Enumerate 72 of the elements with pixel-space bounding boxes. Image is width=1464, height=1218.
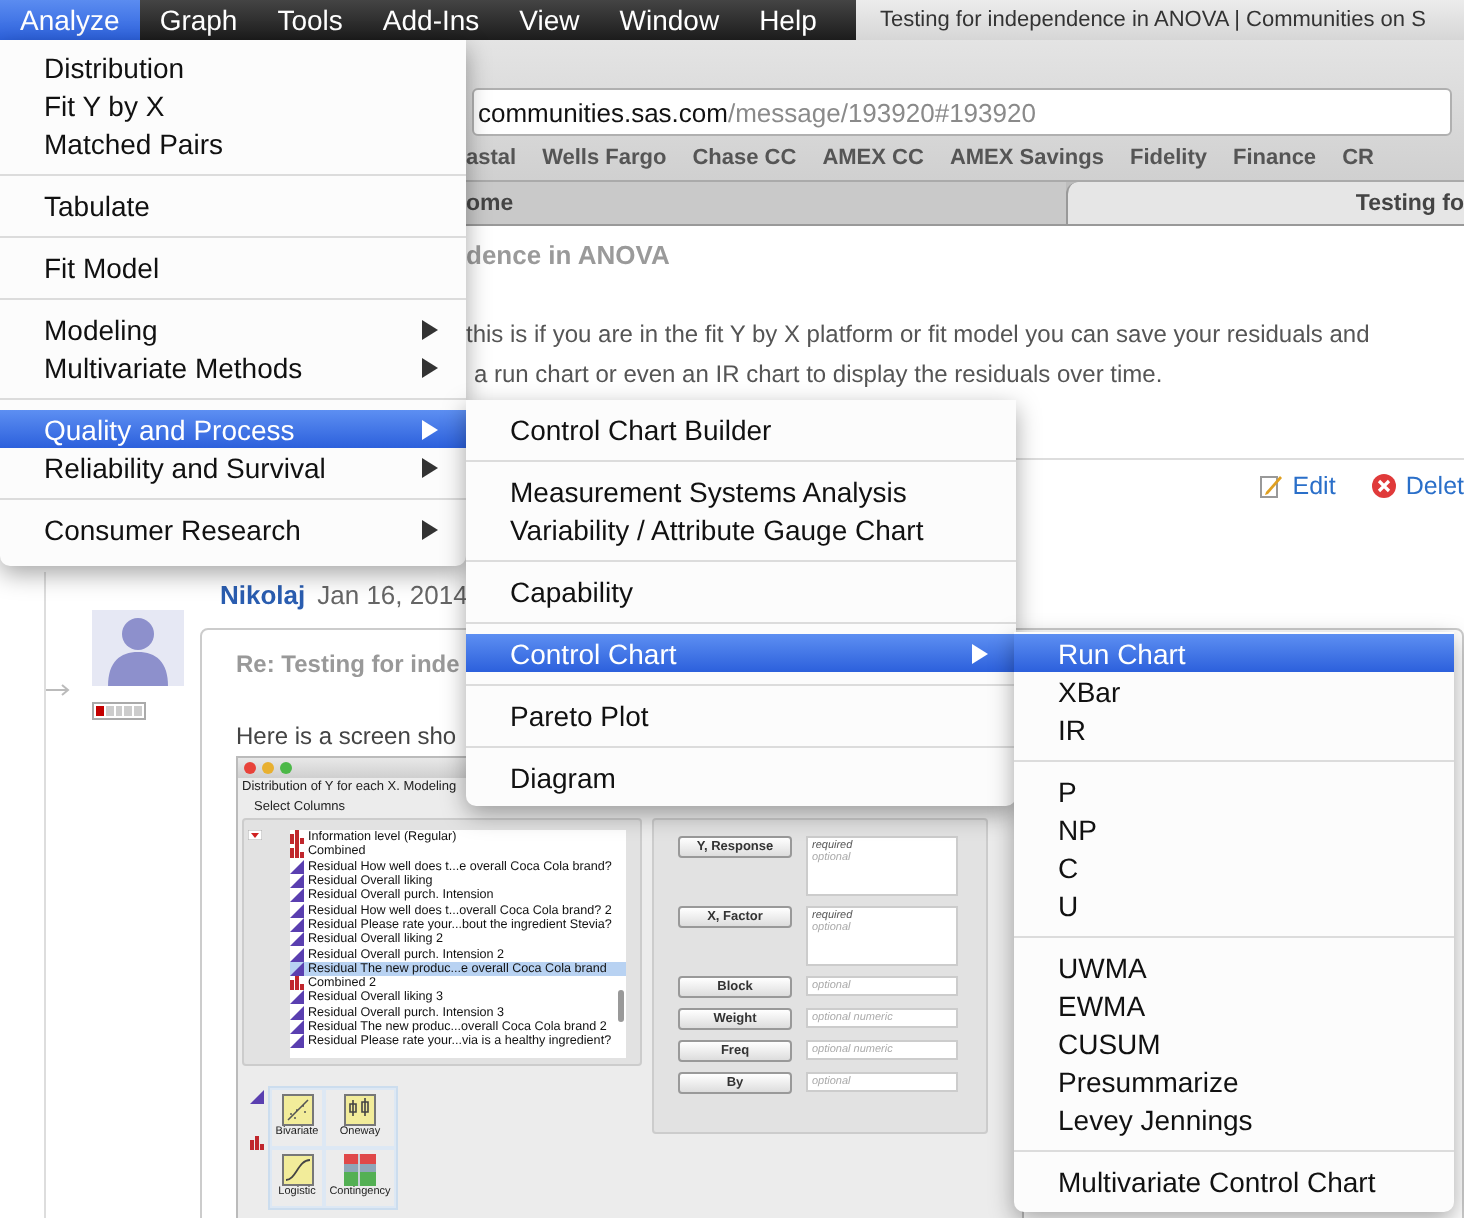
menu-item[interactable]: Control Chart bbox=[466, 634, 1016, 672]
bookmark-link[interactable]: AMEX CC bbox=[822, 146, 924, 170]
menu-bar-item[interactable]: View bbox=[505, 0, 594, 40]
bookmark-link[interactable]: Finance bbox=[1232, 146, 1317, 170]
address-field[interactable]: communities.sas.com/message/193920#193920 bbox=[472, 88, 1452, 136]
edit-link[interactable]: Edit bbox=[1260, 472, 1336, 500]
thread-arrow-icon bbox=[46, 684, 70, 696]
nominal-type-icon bbox=[250, 1136, 264, 1150]
bookmark-link[interactable]: Fidelity bbox=[1129, 146, 1207, 170]
s-curve-icon bbox=[281, 1154, 313, 1186]
pencil-icon bbox=[1260, 474, 1283, 498]
menu-item[interactable]: Variability / Attribute Gauge Chart bbox=[466, 510, 1016, 548]
bookmark-link[interactable]: AMEX Savings bbox=[949, 146, 1104, 170]
menu-item[interactable]: Quality and Process bbox=[0, 410, 466, 448]
box-plot-icon bbox=[344, 1094, 376, 1126]
nominal-type-icon bbox=[290, 976, 304, 991]
avatar-silhouette bbox=[92, 610, 184, 686]
menu-item[interactable]: Fit Model bbox=[0, 248, 466, 286]
menu-item[interactable]: Levey Jennings bbox=[1014, 1100, 1454, 1138]
bookmark-link[interactable]: astal bbox=[466, 146, 517, 170]
menu-item[interactable]: Control Chart Builder bbox=[466, 410, 1016, 448]
window-title: Testing for independence in ANOVA | Communities on S bbox=[880, 8, 1426, 32]
menu-item[interactable]: IR bbox=[1014, 710, 1454, 748]
menu-item[interactable]: Reliability and Survival bbox=[0, 448, 466, 486]
menu-item[interactable]: Multivariate Control Chart bbox=[1014, 1162, 1454, 1200]
bookmark-link[interactable]: CR bbox=[1342, 146, 1374, 170]
bookmark-link[interactable]: Wells Fargo bbox=[542, 146, 667, 170]
delete-link[interactable]: Delet bbox=[1371, 472, 1464, 500]
browser-tab[interactable]: ome bbox=[466, 182, 1066, 224]
continuous-type-icon bbox=[250, 1090, 264, 1104]
menu-item[interactable]: C bbox=[1014, 848, 1454, 886]
menu-item[interactable]: CUSUM bbox=[1014, 1024, 1454, 1062]
menu-item[interactable]: U bbox=[1014, 886, 1454, 924]
menu-item[interactable]: Multivariate Methods bbox=[0, 348, 466, 386]
browser-tab[interactable]: Testing fo bbox=[1066, 182, 1464, 224]
menu-item[interactable]: Tabulate bbox=[0, 186, 466, 224]
menu-item[interactable]: Pareto Plot bbox=[466, 696, 1016, 734]
scatter-plot-icon bbox=[281, 1094, 313, 1126]
mosaic-plot-icon bbox=[344, 1154, 376, 1186]
delete-icon bbox=[1371, 474, 1396, 498]
disclosure-icon[interactable] bbox=[248, 830, 262, 840]
post-title: dence in ANOVA bbox=[466, 238, 672, 272]
menu-item[interactable]: Consumer Research bbox=[0, 510, 466, 548]
menu-item[interactable]: Presummarize bbox=[1014, 1062, 1454, 1100]
post-text: a run chart or even an IR chart to display the residuals over time. bbox=[472, 358, 1165, 392]
menu-item[interactable]: EWMA bbox=[1014, 986, 1454, 1024]
menu-item[interactable]: UWMA bbox=[1014, 948, 1454, 986]
menu-item[interactable]: Fit Y by X bbox=[0, 86, 466, 124]
menu-bar-item[interactable]: Help bbox=[745, 0, 831, 40]
menu-item[interactable]: Distribution bbox=[0, 48, 466, 86]
bookmark-link[interactable]: Chase CC bbox=[692, 146, 797, 170]
author-link[interactable]: Nikolaj bbox=[220, 580, 306, 610]
post-text: this is if you are in the fit Y by X platform or fit model you can save your residuals and bbox=[466, 318, 1372, 352]
menu-item[interactable]: Modeling bbox=[0, 310, 466, 348]
menu-bar-item[interactable]: Window bbox=[605, 0, 734, 40]
menu-item[interactable]: Run Chart bbox=[1014, 634, 1454, 672]
menu-bar-item[interactable]: Analyze bbox=[0, 0, 140, 40]
menu-item[interactable]: XBar bbox=[1014, 672, 1454, 710]
submenu-arrow-icon bbox=[972, 643, 988, 663]
reply-subject: Re: Testing for inde bbox=[236, 650, 460, 678]
menu-bar-item[interactable]: Tools bbox=[263, 0, 357, 40]
menu-item[interactable]: Measurement Systems Analysis bbox=[466, 472, 1016, 510]
menu-item[interactable]: Diagram bbox=[466, 758, 1016, 796]
post-date: Jan 16, 2014 bbox=[317, 580, 468, 610]
menu-item[interactable]: P bbox=[1014, 772, 1454, 810]
menu-item[interactable]: NP bbox=[1014, 810, 1454, 848]
menu-item[interactable]: Capability bbox=[466, 572, 1016, 610]
submenu-arrow-icon bbox=[422, 519, 438, 539]
menu-bar-item[interactable]: Add-Ins bbox=[368, 0, 494, 40]
menu-item[interactable]: Matched Pairs bbox=[0, 124, 466, 162]
reply-text: Here is a screen sho bbox=[236, 722, 457, 750]
menu-bar-item[interactable]: Graph bbox=[145, 0, 252, 40]
